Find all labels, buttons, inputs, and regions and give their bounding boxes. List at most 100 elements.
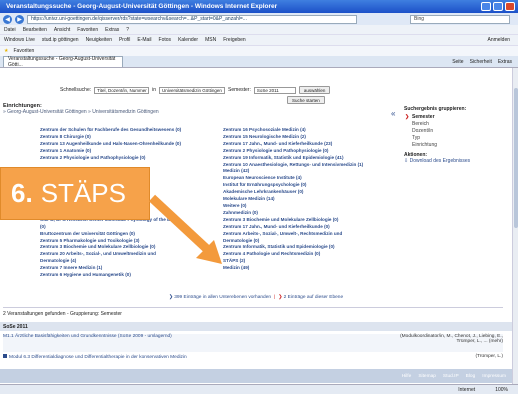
right-unit-item[interactable]: Zentrum 15 Neurologische Medizin (2) [223,134,388,141]
left-unit-item[interactable]: Bruttozentrum der Universität Göttingen … [40,231,220,238]
download-link[interactable]: ⇩ Download des Ergebnisses [404,158,504,165]
footer-help[interactable]: Hilfe [402,374,412,379]
right-unit-item[interactable]: Dermatologie (0) [223,238,388,245]
menu-favorites[interactable]: Favoriten [77,27,98,33]
back-button[interactable]: ◀ [3,14,12,24]
toolbar-photos[interactable]: Fotos [159,37,172,43]
menu-file[interactable]: Datei [4,27,16,33]
toolbar-email[interactable]: E-Mail [137,37,151,43]
left-unit-item[interactable]: Zentrum 8 Chirurgie (0) [40,134,220,141]
right-unit-item[interactable]: Institut für Ernährungspsychologie (0) [223,182,388,189]
choose-button[interactable]: auswählen [298,86,331,94]
menu-tools[interactable]: Extras [105,27,119,33]
tools-menu[interactable]: Extras [498,59,512,65]
group-typ[interactable]: Typ [404,135,504,142]
right-unit-item[interactable]: Zentrum 16 Psychosoziale Medizin (4) [223,127,388,134]
left-unit-item[interactable]: Dermatologie (4) [40,258,220,265]
toolbar-share[interactable]: Freigeben [223,37,246,43]
star-icon[interactable]: ★ [4,48,8,54]
signin-link[interactable]: Anmelden [487,37,510,43]
right-unit-item[interactable]: Zahnmedizin (0) [223,210,388,217]
toolbar-calendar[interactable]: Kalender [178,37,198,43]
toolbar-profile[interactable]: Profil [119,37,130,43]
right-unit-item[interactable]: Akademische Lehrkrankenhäuser (0) [223,189,388,196]
toolbar-studip[interactable]: stud.ip göttingen [42,37,79,43]
course-title-link[interactable]: M1.1 Ärztliche Basisfähigkeiten und Grun… [3,334,172,339]
search-field-select[interactable]: Titel, Dozent/in, Nummer [94,86,150,94]
favorites-bar: ★ Favoriten [0,45,518,56]
left-unit-item[interactable]: Zentrum 13 Augenheilkunde und Hals-Nasen… [40,141,220,148]
forward-button[interactable]: ▶ [15,14,24,24]
security-menu[interactable]: Sicherheit [470,59,492,65]
left-unit-item[interactable]: Zentrum 7 Innere Medizin (1) [40,265,220,272]
subentries-link[interactable]: 399 Einträge in allen Unterebenen vorhan… [174,295,271,300]
left-unit-item[interactable]: Zentrum 6 Hygiene und Humangenetik (0) [40,272,220,279]
group-einrichtung[interactable]: Einrichtung [404,142,504,149]
quick-search-row: Schnellsuche: Titel, Dozent/in, Nummer i… [0,86,512,94]
right-unit-item[interactable]: Zentrum 4 Pathologie und Rechtsmedizin (… [223,251,388,258]
minimize-button[interactable] [481,2,491,11]
favorites-label[interactable]: Favoriten [13,48,34,54]
zoom-level[interactable]: 100% [495,387,508,393]
group-dozent[interactable]: Dozent/in [404,128,504,135]
close-button[interactable] [505,2,515,11]
web-search-field[interactable]: Bing [410,14,510,24]
semester-select[interactable]: SoSe 2011 [253,86,296,94]
right-unit-item[interactable]: Zentrum 3 Biochemie und Molekulare Zellb… [223,217,388,224]
course-lecturers: (Trümper, L.) [475,354,503,359]
left-unit-item[interactable]: (0) [40,224,220,231]
right-unit-item[interactable]: Weitere (0) [223,203,388,210]
lecturers-more[interactable]: Trümper, L., ... (mehr) [400,339,503,344]
right-unit-item[interactable]: Zentrum 2 Physiologie und Pathophysiolog… [223,148,388,155]
right-unit-item[interactable]: Medizin (42) [223,168,388,175]
toolbar-news[interactable]: Neuigkeiten [86,37,112,43]
menu-view[interactable]: Ansicht [54,27,70,33]
right-unit-item[interactable]: Zentrum 10 Anaesthesiologie, Rettungs- u… [223,162,388,169]
footer-sitemap[interactable]: Sitemap [418,374,436,379]
right-unit-item[interactable]: Molekulare Medizin (14) [223,196,388,203]
vertical-scrollbar[interactable] [512,68,518,384]
left-unit-item[interactable]: Zentrum 2 Physiologie und Pathophysiolog… [40,155,220,162]
page-content: Schnellsuche: Titel, Dozent/in, Nummer i… [0,68,512,384]
left-unit-item[interactable]: Zentrum 1 Anatomie (0) [40,148,220,155]
footer-studip[interactable]: Stud.IP [443,374,459,379]
zone-label: Internet [458,386,476,393]
footer-impressum[interactable]: Impressum [482,374,506,379]
search-start-button[interactable]: Suche starten [287,96,325,104]
address-bar: ◀ ▶ https://univz.uni-goettingen.de/qiss… [0,13,518,25]
maximize-button[interactable] [493,2,503,11]
toolbar-msn[interactable]: MSN [205,37,216,43]
callout-number: 6. [11,178,33,208]
menu-help[interactable]: ? [126,27,129,33]
right-unit-item[interactable]: Zentrum Informatik, Statistik und Epidem… [223,244,388,251]
left-unit-item[interactable]: Zentrum der Schulen für Fachberufe des G… [40,127,220,134]
left-unit-item[interactable]: Zentrum 3 Biochemie und Molekulare Zellb… [40,244,220,251]
toolbar-windows-live[interactable]: Windows Live [4,37,35,43]
collapse-sidebar-icon[interactable]: « [391,109,395,118]
left-unit-item[interactable]: Zentrum 20 Arbeits-, Sozial-, und Umwelt… [40,251,220,258]
right-unit-item[interactable]: Medizin (49) [223,265,388,272]
group-heading: Suchergebnis gruppieren: [404,106,467,112]
breadcrumb[interactable]: » Georg-August-Universität Göttingen » U… [3,109,159,115]
page-menu[interactable]: Seite [452,59,463,65]
right-unit-item[interactable]: STÄPS (2) [223,258,388,265]
menu-edit[interactable]: Bearbeiten [23,27,47,33]
right-unit-item[interactable]: European Neuroscience Institute (4) [223,175,388,182]
course-title-link[interactable]: Modul 6.3 Differentialdiagnose und Diffe… [9,355,187,360]
right-unit-item[interactable]: Zentrum Arbeits-, Sozial-, Umwelt-, Rech… [223,231,388,238]
url-field[interactable]: https://univz.uni-goettingen.de/qisserve… [27,14,357,24]
footer-blog[interactable]: Blog [466,374,476,379]
right-unit-item[interactable]: Zentrum 17 Jahn., Mund- und Kieferheilku… [223,224,388,231]
tab-veranstaltungssuche[interactable]: Veranstaltungssuche - Georg-August-Unive… [3,56,123,68]
module-icon [3,354,7,358]
scrollbar-thumb[interactable] [514,88,518,228]
quick-search-label: Schnellsuche: [60,87,92,93]
left-unit-item[interactable]: Zentrum 5 Pharmakologie und Toxikologie … [40,238,220,245]
scope-select[interactable]: Universitätsmedizin Göttingen [159,86,226,94]
group-bereich[interactable]: Bereich [404,121,504,128]
right-unit-item[interactable]: Zentrum 19 Informatik, Statistik und Epi… [223,155,388,162]
level-entries-link[interactable]: 2 Einträge auf dieser Ebene [284,295,343,300]
right-unit-item[interactable]: Zentrum 17 Jahn., Mund- und Kieferheilku… [223,141,388,148]
group-semester[interactable]: Semester [404,114,504,121]
page-footer: Hilfe Sitemap Stud.IP Blog Impressum [0,369,512,383]
